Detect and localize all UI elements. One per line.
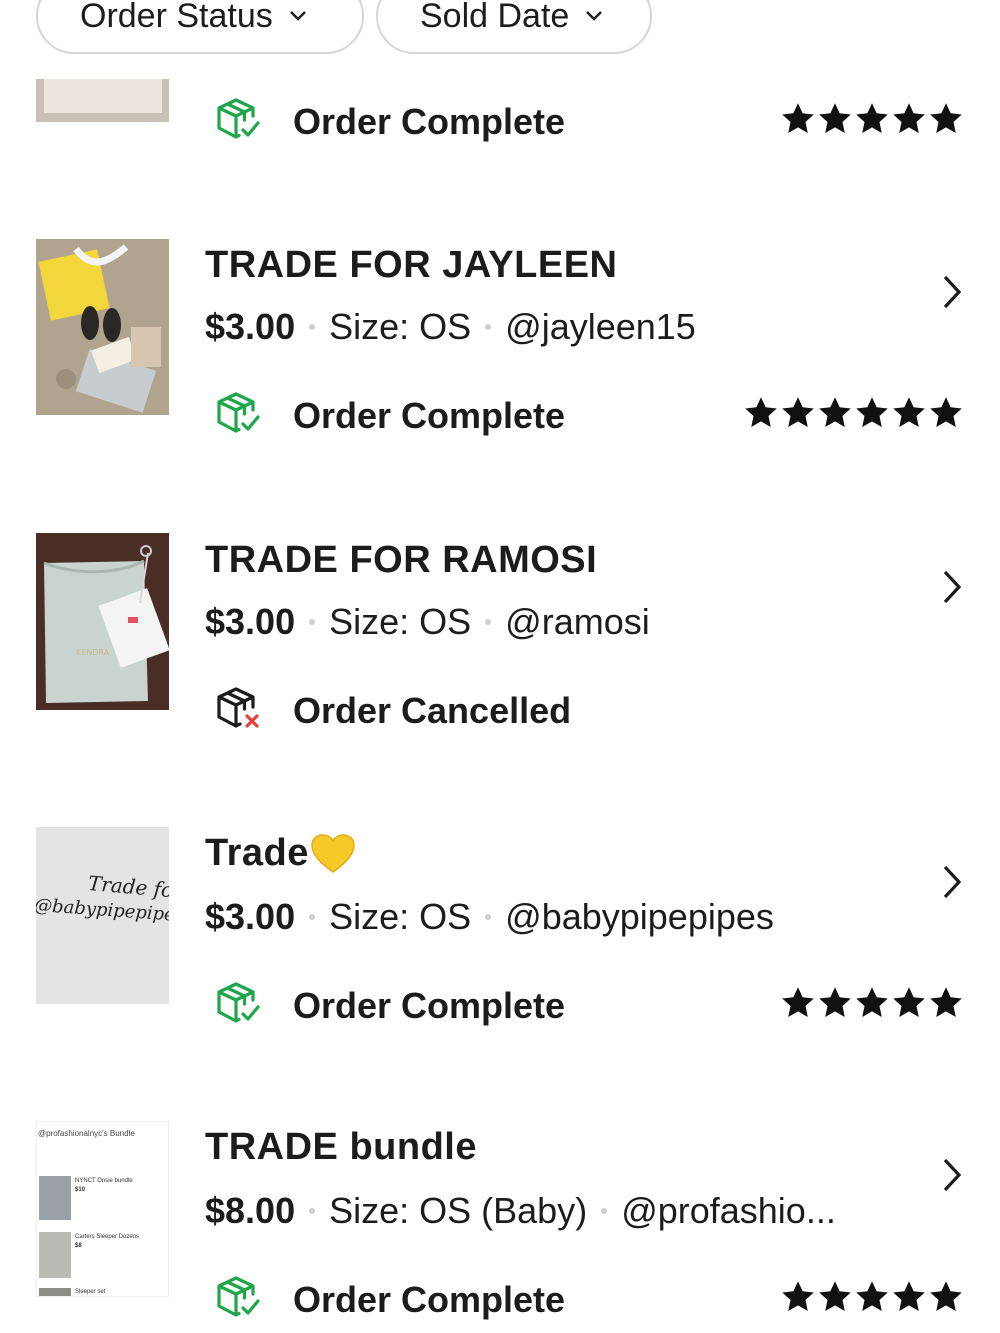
order-meta: $3.00 Size: OS @jayleen15 [205,306,696,348]
thumbnail-caption: Trade for [87,870,169,904]
order-status-label: Order Complete [293,1278,566,1320]
separator-dot [309,324,316,330]
star-icon [930,397,962,427]
order-row[interactable]: TRADE FOR JAYLEEN $3.00 Size: OS @jaylee… [0,230,1000,460]
star-icon [930,103,962,133]
thumbnail-caption: @profashionalnyc's Bundle [38,1129,135,1138]
star-icon [745,397,777,427]
star-icon [782,397,814,427]
chevron-right-icon[interactable] [940,569,964,610]
rating-stars [780,101,964,137]
package-check-icon [215,980,261,1031]
star-icon [856,397,888,427]
buyer-username[interactable]: @babypipepipes [505,896,774,938]
rating-stars [743,395,964,431]
chevron-right-icon[interactable] [940,274,964,315]
separator-dot [309,914,316,920]
order-size: Size: OS [329,601,472,642]
order-price: $3.00 [205,896,296,937]
package-check-icon [215,1274,261,1325]
thumbnail-caption: NYNCT Onsie bundle [75,1178,133,1184]
package-cancel-icon [215,685,261,736]
separator-dot [309,1208,316,1214]
thumbnail-image [39,1176,71,1220]
thumbnail-caption: Sleeper set [75,1289,106,1295]
star-icon [856,1281,888,1311]
order-thumbnail [36,239,169,415]
star-icon [782,987,814,1017]
star-icon [782,1281,814,1311]
thumbnail-caption: $10 [75,1187,86,1193]
order-price: $3.00 [205,306,296,347]
order-size: Size: OS [329,306,472,347]
buyer-username[interactable]: @ramosi [505,601,650,643]
order-row[interactable]: Trade for @babypipepipes Trade $3.00 Siz… [0,820,1000,1050]
order-meta: $8.00 Size: OS (Baby) @profashio... [205,1190,836,1232]
thumbnail-image [39,1288,71,1296]
order-thumbnail: @profashionalnyc's Bundle NYNCT Onsie bu… [36,1121,169,1297]
order-meta: $3.00 Size: OS @ramosi [205,601,650,643]
order-thumbnail: Trade for @babypipepipes [36,827,169,1004]
package-check-icon [215,96,261,147]
star-icon [819,1281,851,1311]
separator-dot [485,619,492,625]
order-title-text: Trade [205,832,309,874]
star-icon [893,987,925,1017]
order-meta: $3.00 Size: OS @babypipepipes [205,896,774,938]
star-icon [819,397,851,427]
order-size: Size: OS (Baby) [329,1190,588,1231]
order-status: Order Complete [215,980,565,1031]
order-status: Order Complete [215,390,565,441]
star-icon [856,987,888,1017]
separator-dot [601,1208,608,1214]
order-row[interactable]: Order Complete [0,0,1000,180]
star-icon [782,103,814,133]
thumbnail-caption: Carters Sleeper Dozens [75,1234,140,1240]
order-title: Trade [205,832,355,875]
star-icon [930,987,962,1017]
thumbnail-caption: $8 [75,1243,82,1249]
order-row[interactable]: KENDRA TRADE FOR RAMOSI $3.00 Size: OS @… [0,525,1000,755]
star-icon [819,103,851,133]
rating-stars [780,1279,964,1315]
order-title: TRADE bundle [205,1126,477,1168]
order-price: $3.00 [205,601,296,642]
star-icon [893,1281,925,1311]
star-icon [819,987,851,1017]
order-price: $8.00 [205,1190,296,1231]
separator-dot [485,914,492,920]
order-thumbnail [36,79,169,122]
buyer-username[interactable]: @profashio... [621,1190,836,1232]
star-icon [893,103,925,133]
separator-dot [485,324,492,330]
order-size: Size: OS [329,896,472,937]
order-status: Order Cancelled [215,685,571,736]
order-title: TRADE FOR JAYLEEN [205,244,618,286]
star-icon [893,397,925,427]
separator-dot [309,619,316,625]
yellow-heart-icon [311,833,355,874]
rating-stars [780,985,964,1021]
order-row[interactable]: @profashionalnyc's Bundle NYNCT Onsie bu… [0,1114,1000,1333]
chevron-right-icon[interactable] [940,1157,964,1198]
svg-text:KENDRA: KENDRA [76,648,110,657]
order-title: TRADE FOR RAMOSI [205,539,598,581]
buyer-username[interactable]: @jayleen15 [505,306,696,348]
order-status: Order Complete [215,1274,565,1325]
order-status-label: Order Complete [293,100,566,142]
order-status-label: Order Complete [293,984,566,1026]
chevron-right-icon[interactable] [940,864,964,905]
order-status-label: Order Cancelled [293,689,572,731]
star-icon [856,103,888,133]
order-status-label: Order Complete [293,394,566,436]
order-status: Order Complete [215,96,565,147]
star-icon [930,1281,962,1311]
order-thumbnail: KENDRA [36,533,169,710]
package-check-icon [215,390,261,441]
thumbnail-image [39,1232,71,1278]
